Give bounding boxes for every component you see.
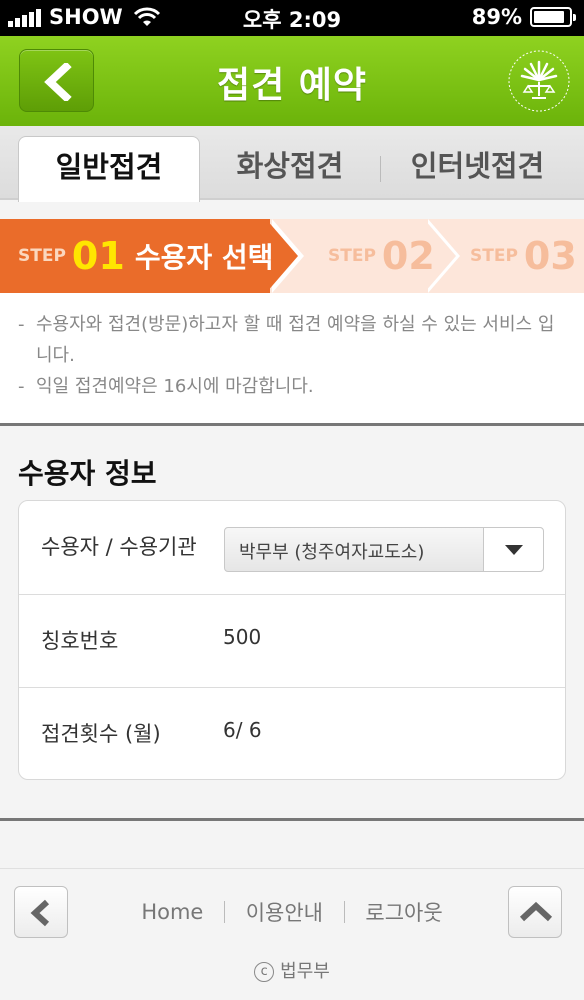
chevron-up-icon (519, 901, 553, 922)
footer-link-home[interactable]: Home (141, 900, 203, 924)
notice-line: 수용자와 접견(방문)하고자 할 때 접견 예약을 하실 수 있는 서비스 입니… (18, 309, 566, 371)
step-label: 수용자 선택 (134, 241, 274, 274)
title-number-value: 500 (223, 625, 262, 649)
inmate-label: 수용자 / 수용기관 (41, 535, 197, 559)
step-number: 03 (523, 234, 577, 278)
chevron-down-icon (505, 545, 523, 555)
step-1: STEP 01 수용자 선택 (18, 219, 273, 293)
notice-box: 수용자와 접견(방문)하고자 할 때 접견 예약을 하실 수 있는 서비스 입니… (0, 293, 584, 423)
app-header: 접견 예약 (0, 36, 584, 126)
battery-text: 89% (471, 5, 522, 29)
scroll-top-button[interactable] (508, 886, 562, 938)
tab-video-visit[interactable]: 화상접견 (205, 136, 375, 200)
footer-link-logout[interactable]: 로그아웃 (365, 897, 442, 927)
footer: Home 이용안내 로그아웃 c 법무부 (0, 868, 584, 1000)
step-indicator: STEP 01 수용자 선택 STEP 02 STEP 03 (0, 219, 584, 293)
visit-count-value: 6/ 6 (223, 718, 262, 742)
step-prefix: STEP (328, 246, 376, 266)
step-prefix: STEP (470, 246, 518, 266)
ministry-of-justice-logo (508, 50, 570, 112)
inmate-select[interactable]: 박무부 (청주여자교도소) (224, 527, 544, 572)
page-title: 접견 예약 (216, 65, 367, 106)
inmate-select-value: 박무부 (청주여자교도소) (239, 542, 425, 563)
copyright: c 법무부 (0, 957, 584, 983)
info-row-inmate: 수용자 / 수용기관 박무부 (청주여자교도소) (19, 501, 565, 594)
copyright-text: 법무부 (280, 961, 330, 982)
title-number-label: 칭호번호 (41, 629, 119, 653)
step-number: 01 (71, 234, 125, 278)
battery-level (534, 11, 565, 23)
step-prefix: STEP (18, 246, 66, 266)
visit-type-tabs: 일반접견 화상접견 인터넷접견 (0, 126, 584, 202)
step-2: STEP 02 (328, 219, 445, 293)
status-bar: SHOW 오후 2:09 89% (0, 0, 584, 36)
footer-separator (224, 901, 226, 923)
info-row-title-number: 칭호번호 500 (19, 594, 565, 687)
copyright-icon: c (254, 962, 275, 982)
step-3: STEP 03 (470, 219, 584, 293)
dropdown-button[interactable] (483, 528, 543, 571)
tab-divider (380, 156, 381, 182)
footer-separator (343, 901, 345, 923)
inmate-info-card: 수용자 / 수용기관 박무부 (청주여자교도소) 칭호번호 500 접견횟수 (… (18, 500, 566, 780)
tab-general-visit[interactable]: 일반접견 (18, 136, 200, 202)
section-divider (0, 423, 584, 426)
step-number: 02 (381, 234, 435, 278)
footer-link-guide[interactable]: 이용안내 (246, 897, 323, 927)
visit-count-label: 접견횟수 (월) (41, 722, 161, 746)
section-title: 수용자 정보 (18, 457, 157, 490)
tab-internet-visit[interactable]: 인터넷접견 (385, 136, 570, 200)
battery-icon (530, 7, 576, 27)
footer-nav: Home 이용안내 로그아웃 (0, 897, 584, 927)
notice-line: 익일 접견예약은 16시에 마감합니다. (18, 371, 566, 402)
section-divider (0, 818, 584, 821)
info-row-visit-count: 접견횟수 (월) 6/ 6 (19, 687, 565, 780)
